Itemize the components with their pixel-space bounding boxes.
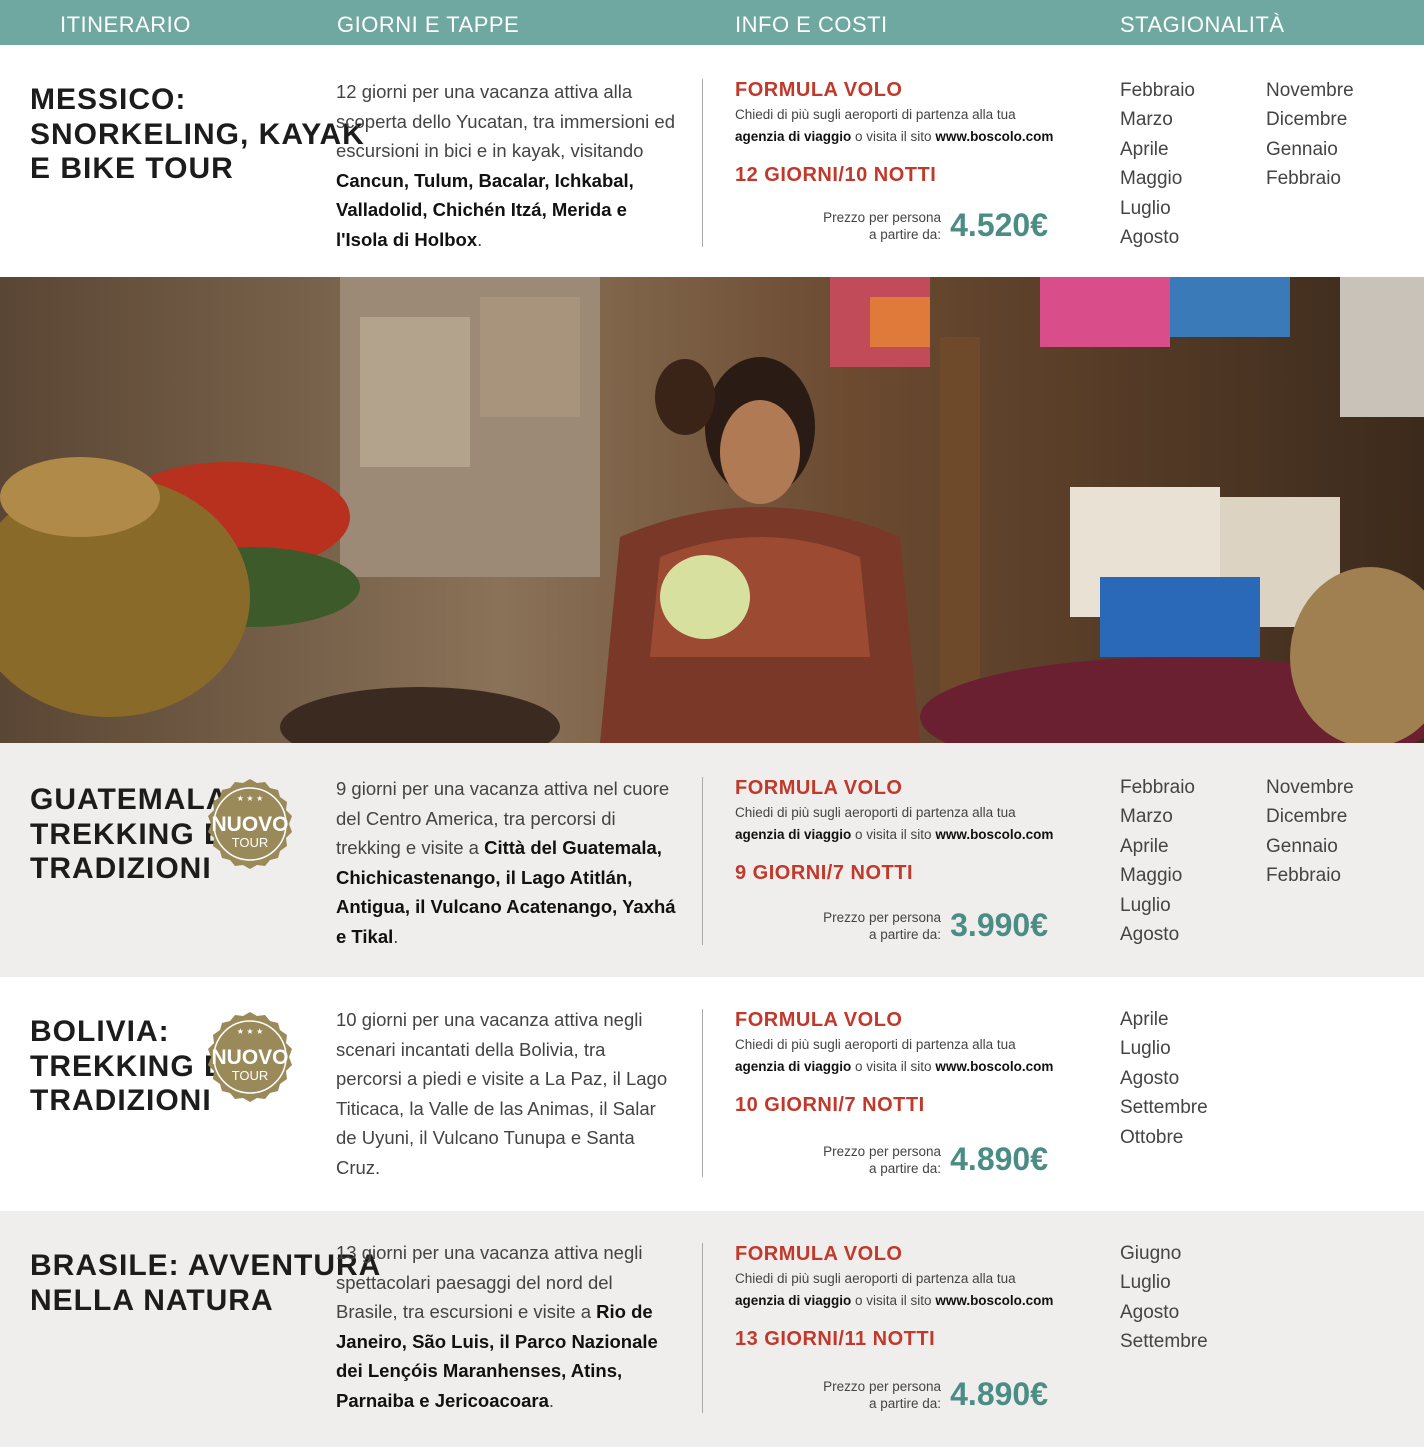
season-month: Febbraio: [1120, 80, 1195, 101]
tour-row-brasile: BRASILE: AVVENTURA NELLA NATURA 13 giorni…: [0, 1211, 1424, 1447]
info-block: FORMULA VOLO Chiedi di più sugli aeropor…: [735, 79, 1065, 243]
tour-title: BOLIVIA: TREKKING E TRADIZIONI: [30, 1015, 226, 1117]
season-month: Luglio: [1120, 1272, 1171, 1294]
price-label: Prezzo per persona a partire da:: [823, 210, 941, 242]
formula-volo-label: FORMULA VOLO: [735, 1009, 903, 1031]
column-divider: [702, 777, 703, 945]
column-divider: [702, 79, 703, 247]
season-months-col2: Novembre Dicembre Gennaio Febbraio: [1266, 773, 1354, 891]
duration-label: 10 GIORNI/7 NOTTI: [735, 1094, 925, 1116]
season-month: Luglio: [1120, 197, 1171, 219]
season-months-col1: Febbraio Marzo Aprile Maggio Luglio Agosto: [1120, 773, 1195, 949]
season-month: Settembre: [1120, 1331, 1208, 1353]
season-month: Febbraio: [1120, 777, 1195, 798]
season-month: Novembre: [1266, 777, 1354, 798]
formula-volo-text: Chiedi di più sugli aeroporti di partenz…: [735, 1037, 1054, 1074]
duration-label: 12 GIORNI/10 NOTTI: [735, 164, 937, 186]
svg-text:NUOVO: NUOVO: [211, 1046, 288, 1069]
season-month: Gennaio: [1266, 835, 1338, 857]
season-month: Luglio: [1120, 1038, 1171, 1060]
header-info-e-costi: INFO E COSTI: [735, 12, 888, 37]
formula-volo-label: FORMULA VOLO: [735, 1243, 903, 1265]
tour-row-bolivia: BOLIVIA: TREKKING E TRADIZIONI ★ ★ ★ NUOVO…: [0, 977, 1424, 1211]
season-month: Febbraio: [1266, 168, 1341, 190]
duration-label: 9 GIORNI/7 NOTTI: [735, 862, 914, 884]
duration-label: 13 GIORNI/11 NOTTI: [735, 1328, 936, 1350]
price-value: 4.520€: [950, 207, 1048, 243]
season-months-col1: Aprile Luglio Agosto Settembre Ottobre: [1120, 1005, 1208, 1152]
season-month: Dicembre: [1266, 806, 1348, 828]
season-month: Agosto: [1120, 227, 1180, 249]
price-label: Prezzo per persona a partire da:: [823, 1144, 941, 1176]
price-value: 3.990€: [950, 907, 1048, 943]
price-box: Prezzo per persona a partire da: 3.990€: [745, 907, 1065, 957]
tour-description: 13 giorni per una vacanza attiva negli s…: [336, 1242, 658, 1411]
season-months-col1: Giugno Luglio Agosto Settembre: [1120, 1239, 1208, 1357]
season-months-col1: Febbraio Marzo Aprile Maggio Luglio Agosto: [1120, 76, 1195, 252]
season-month: Aprile: [1120, 1009, 1169, 1030]
column-divider: [702, 1243, 703, 1413]
price-value: 4.890€: [950, 1376, 1048, 1412]
svg-text:★ ★ ★: ★ ★ ★: [237, 794, 264, 803]
formula-volo-label: FORMULA VOLO: [735, 777, 903, 799]
season-month: Novembre: [1266, 80, 1354, 101]
svg-text:★ ★ ★: ★ ★ ★: [237, 1027, 264, 1036]
formula-volo-text: Chiedi di più sugli aeroporti di partenz…: [735, 805, 1054, 842]
price-label: Prezzo per persona a partire da:: [823, 1379, 941, 1411]
season-month: Luglio: [1120, 894, 1171, 916]
price-box: Prezzo per persona a partire da: 4.520€: [745, 207, 1065, 257]
season-month: Marzo: [1120, 109, 1173, 131]
season-month: Gennaio: [1266, 138, 1338, 160]
info-block: FORMULA VOLO Chiedi di più sugli aeropor…: [735, 1243, 1065, 1412]
formula-volo-text: Chiedi di più sugli aeroporti di partenz…: [735, 1271, 1054, 1308]
season-month: Settembre: [1120, 1097, 1208, 1119]
nuovo-tour-badge: ★ ★ ★ NUOVO TOUR: [205, 779, 295, 869]
info-block: FORMULA VOLO Chiedi di più sugli aeropor…: [735, 1009, 1065, 1177]
tour-title: BRASILE: AVVENTURA NELLA NATURA: [30, 1249, 382, 1317]
tour-row-guatemala: GUATEMALA: TREKKING E TRADIZIONI ★ ★ ★ NUO…: [0, 743, 1424, 977]
formula-volo-text: Chiedi di più sugli aeroporti di partenz…: [735, 107, 1054, 144]
season-month: Agosto: [1120, 1301, 1180, 1323]
price-value: 4.890€: [950, 1141, 1048, 1177]
season-month: Agosto: [1120, 1067, 1180, 1089]
table-header: ITINERARIO GIORNI E TAPPE INFO E COSTI S…: [0, 0, 1424, 45]
season-month: Giugno: [1120, 1243, 1182, 1264]
season-month: Aprile: [1120, 138, 1169, 160]
svg-text:NUOVO: NUOVO: [211, 813, 288, 836]
price-box: Prezzo per persona a partire da: 4.890€: [745, 1141, 1065, 1191]
season-month: Aprile: [1120, 835, 1169, 857]
season-month: Febbraio: [1266, 865, 1341, 887]
header-stagionalita: STAGIONALITÀ: [1120, 12, 1285, 37]
season-month: Agosto: [1120, 924, 1180, 946]
header-giorni-e-tappe: GIORNI E TAPPE: [337, 12, 520, 37]
season-month: Maggio: [1120, 865, 1183, 887]
season-month: Ottobre: [1120, 1126, 1184, 1148]
market-photo: [0, 277, 1424, 743]
formula-volo-label: FORMULA VOLO: [735, 79, 903, 101]
info-block: FORMULA VOLO Chiedi di più sugli aeropor…: [735, 777, 1065, 943]
season-month: Dicembre: [1266, 109, 1348, 131]
nuovo-tour-badge: ★ ★ ★ NUOVO TOUR: [205, 1012, 295, 1102]
season-months-col2: Novembre Dicembre Gennaio Febbraio: [1266, 76, 1354, 194]
season-month: Marzo: [1120, 806, 1173, 828]
header-itinerario: ITINERARIO: [60, 12, 191, 37]
tour-row-messico: MESSICO: SNORKELING, KAYAK E BIKE TOUR 12 …: [0, 45, 1424, 277]
svg-text:TOUR: TOUR: [232, 835, 269, 850]
svg-text:TOUR: TOUR: [232, 1068, 269, 1083]
price-label: Prezzo per persona a partire da:: [823, 910, 941, 942]
price-box: Prezzo per persona a partire da: 4.890€: [745, 1376, 1065, 1426]
column-divider: [702, 1009, 703, 1177]
tour-description: 12 giorni per una vacanza attiva alla sc…: [336, 81, 676, 250]
tour-title: MESSICO: SNORKELING, KAYAK E BIKE TOUR: [30, 83, 365, 185]
tour-description: 10 giorni per una vacanza attiva negli s…: [336, 1009, 668, 1178]
season-month: Maggio: [1120, 168, 1183, 190]
tour-description: 9 giorni per una vacanza attiva nel cuor…: [336, 778, 676, 947]
